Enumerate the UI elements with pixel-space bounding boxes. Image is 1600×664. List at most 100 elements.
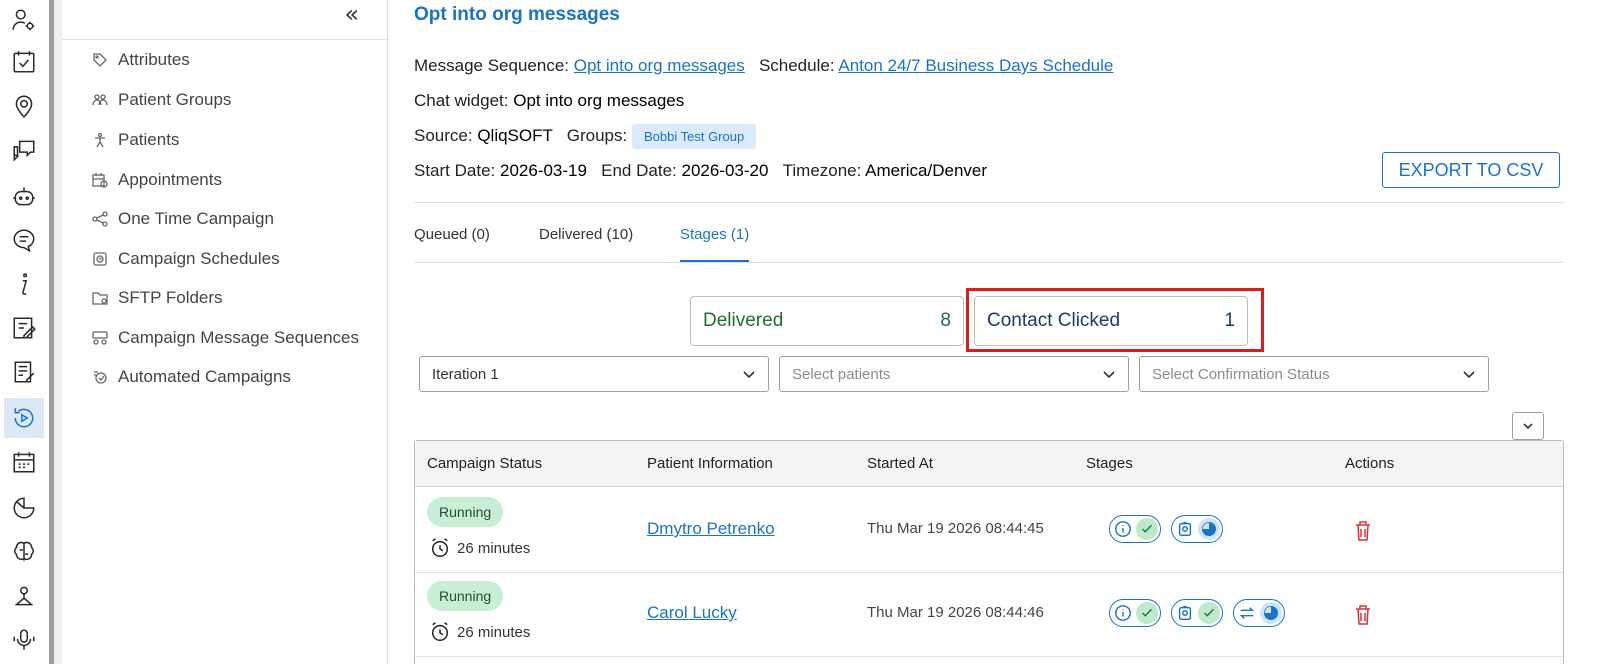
chevron-down-icon bbox=[1102, 367, 1116, 381]
patient-link[interactable]: Dmytro Petrenko bbox=[647, 519, 775, 539]
header-stages[interactable]: Stages bbox=[1086, 455, 1133, 472]
highlight-annotation bbox=[966, 288, 1264, 352]
meta-sequence-line: Message Sequence: Opt into org messages … bbox=[414, 56, 1113, 76]
chat-bubbles-icon[interactable] bbox=[4, 130, 44, 170]
tree-icon[interactable] bbox=[4, 576, 44, 616]
sidebar-item-sftp-folders[interactable]: SFTP Folders bbox=[92, 286, 223, 310]
header-started-at[interactable]: Started At bbox=[867, 455, 933, 472]
sidebar-item-label: Appointments bbox=[118, 170, 222, 189]
started-at: Thu Mar 19 2026 08:44:46 bbox=[867, 604, 1044, 621]
message-list-icon[interactable] bbox=[4, 220, 44, 260]
end-date-label: End Date: bbox=[601, 161, 677, 180]
location-pin-icon[interactable] bbox=[4, 86, 44, 126]
brain-icon[interactable] bbox=[4, 532, 44, 572]
stage-pills bbox=[1109, 515, 1223, 543]
transfer-arrows-icon bbox=[1236, 602, 1258, 624]
stage-pill-transfer[interactable] bbox=[1233, 599, 1285, 627]
sidebar-item-label: Attributes bbox=[118, 50, 190, 69]
notes-icon[interactable] bbox=[4, 352, 44, 392]
started-at: Thu Mar 19 2026 08:44:45 bbox=[867, 520, 1044, 537]
sequence-icon bbox=[92, 330, 108, 346]
column-toggle-button[interactable] bbox=[1512, 412, 1544, 440]
stage-pill-info[interactable] bbox=[1109, 515, 1161, 543]
schedule-link[interactable]: Anton 24/7 Business Days Schedule bbox=[838, 56, 1113, 75]
pie-chart-icon[interactable] bbox=[4, 488, 44, 528]
progress-pie-icon bbox=[1198, 518, 1220, 540]
status-badge: Running bbox=[427, 581, 504, 611]
check-icon bbox=[1136, 518, 1158, 540]
header-campaign-status[interactable]: Campaign Status bbox=[427, 455, 542, 472]
group-icon bbox=[92, 92, 108, 108]
person-icon bbox=[92, 132, 108, 148]
stage-pill-contact[interactable] bbox=[1171, 515, 1223, 543]
folder-icon bbox=[92, 290, 108, 306]
groups-label: Groups: bbox=[566, 125, 628, 145]
document-edit-icon[interactable] bbox=[4, 308, 44, 348]
collapse-sidebar-button[interactable]: « bbox=[344, 2, 359, 26]
stat-card-delivered[interactable]: Delivered 8 bbox=[690, 296, 964, 346]
sidebar-item-label: Patient Groups bbox=[118, 90, 232, 109]
patients-select[interactable]: Select patients bbox=[779, 356, 1129, 392]
sidebar-item-campaign-schedules[interactable]: Campaign Schedules bbox=[92, 247, 280, 271]
delete-icon[interactable] bbox=[1353, 604, 1373, 626]
campaign-play-icon[interactable] bbox=[4, 398, 44, 438]
campaign-table: Campaign Status Patient Information Star… bbox=[414, 440, 1564, 664]
main-content: Opt into org messages Message Sequence: … bbox=[388, 0, 1600, 664]
header-patient-information[interactable]: Patient Information bbox=[647, 455, 773, 472]
alarm-clock-icon bbox=[431, 622, 449, 641]
tab-queued[interactable]: Queued (0) bbox=[414, 226, 490, 262]
tab-stages[interactable]: Stages (1) bbox=[680, 226, 750, 262]
calendar-grid-icon[interactable] bbox=[4, 442, 44, 482]
duration: 26 minutes bbox=[429, 537, 530, 559]
sidebar-item-appointments[interactable]: Appointments bbox=[92, 168, 222, 192]
progress-pie-icon bbox=[1260, 602, 1282, 624]
check-icon bbox=[1136, 602, 1158, 624]
contact-badge-icon bbox=[1174, 518, 1196, 540]
calendar-icon bbox=[92, 172, 108, 188]
timezone-value: America/Denver bbox=[865, 161, 988, 180]
rail-divider bbox=[54, 0, 62, 664]
info-circle-icon bbox=[1112, 518, 1134, 540]
stat-value: 8 bbox=[940, 310, 951, 331]
sidebar-item-patients[interactable]: Patients bbox=[92, 128, 179, 152]
tab-delivered[interactable]: Delivered (10) bbox=[539, 226, 633, 262]
sidebar-item-attributes[interactable]: Attributes bbox=[92, 48, 190, 72]
bot-icon[interactable] bbox=[4, 176, 44, 216]
stage-pill-info[interactable] bbox=[1109, 599, 1161, 627]
info-icon[interactable] bbox=[4, 264, 44, 304]
meta-widget-line: Chat widget: Opt into org messages bbox=[414, 91, 684, 111]
sequence-link[interactable]: Opt into org messages bbox=[574, 56, 745, 75]
table-row: Running 26 minutes Carol Lucky Thu Mar 1… bbox=[415, 571, 1563, 657]
sidebar-item-label: Campaign Schedules bbox=[118, 249, 280, 268]
sidebar-item-patient-groups[interactable]: Patient Groups bbox=[92, 88, 231, 112]
sidebar-item-campaign-message-sequences[interactable]: Campaign Message Sequences bbox=[92, 326, 359, 350]
microphone-icon[interactable] bbox=[4, 620, 44, 660]
confirmation-status-select[interactable]: Select Confirmation Status bbox=[1139, 356, 1489, 392]
stage-pill-contact[interactable] bbox=[1171, 599, 1223, 627]
start-date-label: Start Date: bbox=[414, 161, 496, 180]
table-row: Running 26 minutes Dmytro Petrenko Thu M… bbox=[415, 487, 1563, 573]
iteration-select[interactable]: Iteration 1 bbox=[419, 356, 769, 392]
duration-text: 26 minutes bbox=[457, 539, 531, 557]
sidebar-item-label: One Time Campaign bbox=[118, 209, 274, 228]
meta-dates-line: Start Date: 2026-03-19 End Date: 2026-03… bbox=[414, 161, 987, 181]
divider bbox=[414, 202, 1564, 203]
checklist-icon[interactable] bbox=[4, 42, 44, 82]
automation-icon bbox=[92, 369, 108, 385]
sidebar: « Attributes Patient Groups Patients App… bbox=[62, 0, 388, 664]
sidebar-item-label: Patients bbox=[118, 130, 180, 149]
sidebar-item-automated-campaigns[interactable]: Automated Campaigns bbox=[92, 365, 291, 389]
user-settings-icon[interactable] bbox=[4, 0, 44, 40]
export-csv-button[interactable]: EXPORT TO CSV bbox=[1382, 152, 1560, 188]
chevron-down-icon bbox=[1523, 423, 1533, 430]
tabs-divider bbox=[414, 262, 1564, 263]
patient-link[interactable]: Carol Lucky bbox=[647, 603, 737, 623]
alarm-clock-icon bbox=[431, 538, 449, 557]
delete-icon[interactable] bbox=[1353, 520, 1373, 542]
group-chip: Bobbi Test Group bbox=[631, 124, 757, 149]
sidebar-item-one-time-campaign[interactable]: One Time Campaign bbox=[92, 207, 274, 231]
iteration-value: Iteration 1 bbox=[432, 365, 499, 383]
contact-badge-icon bbox=[1174, 602, 1196, 624]
chevron-down-icon bbox=[1462, 367, 1476, 381]
table-header: Campaign Status Patient Information Star… bbox=[415, 441, 1563, 487]
